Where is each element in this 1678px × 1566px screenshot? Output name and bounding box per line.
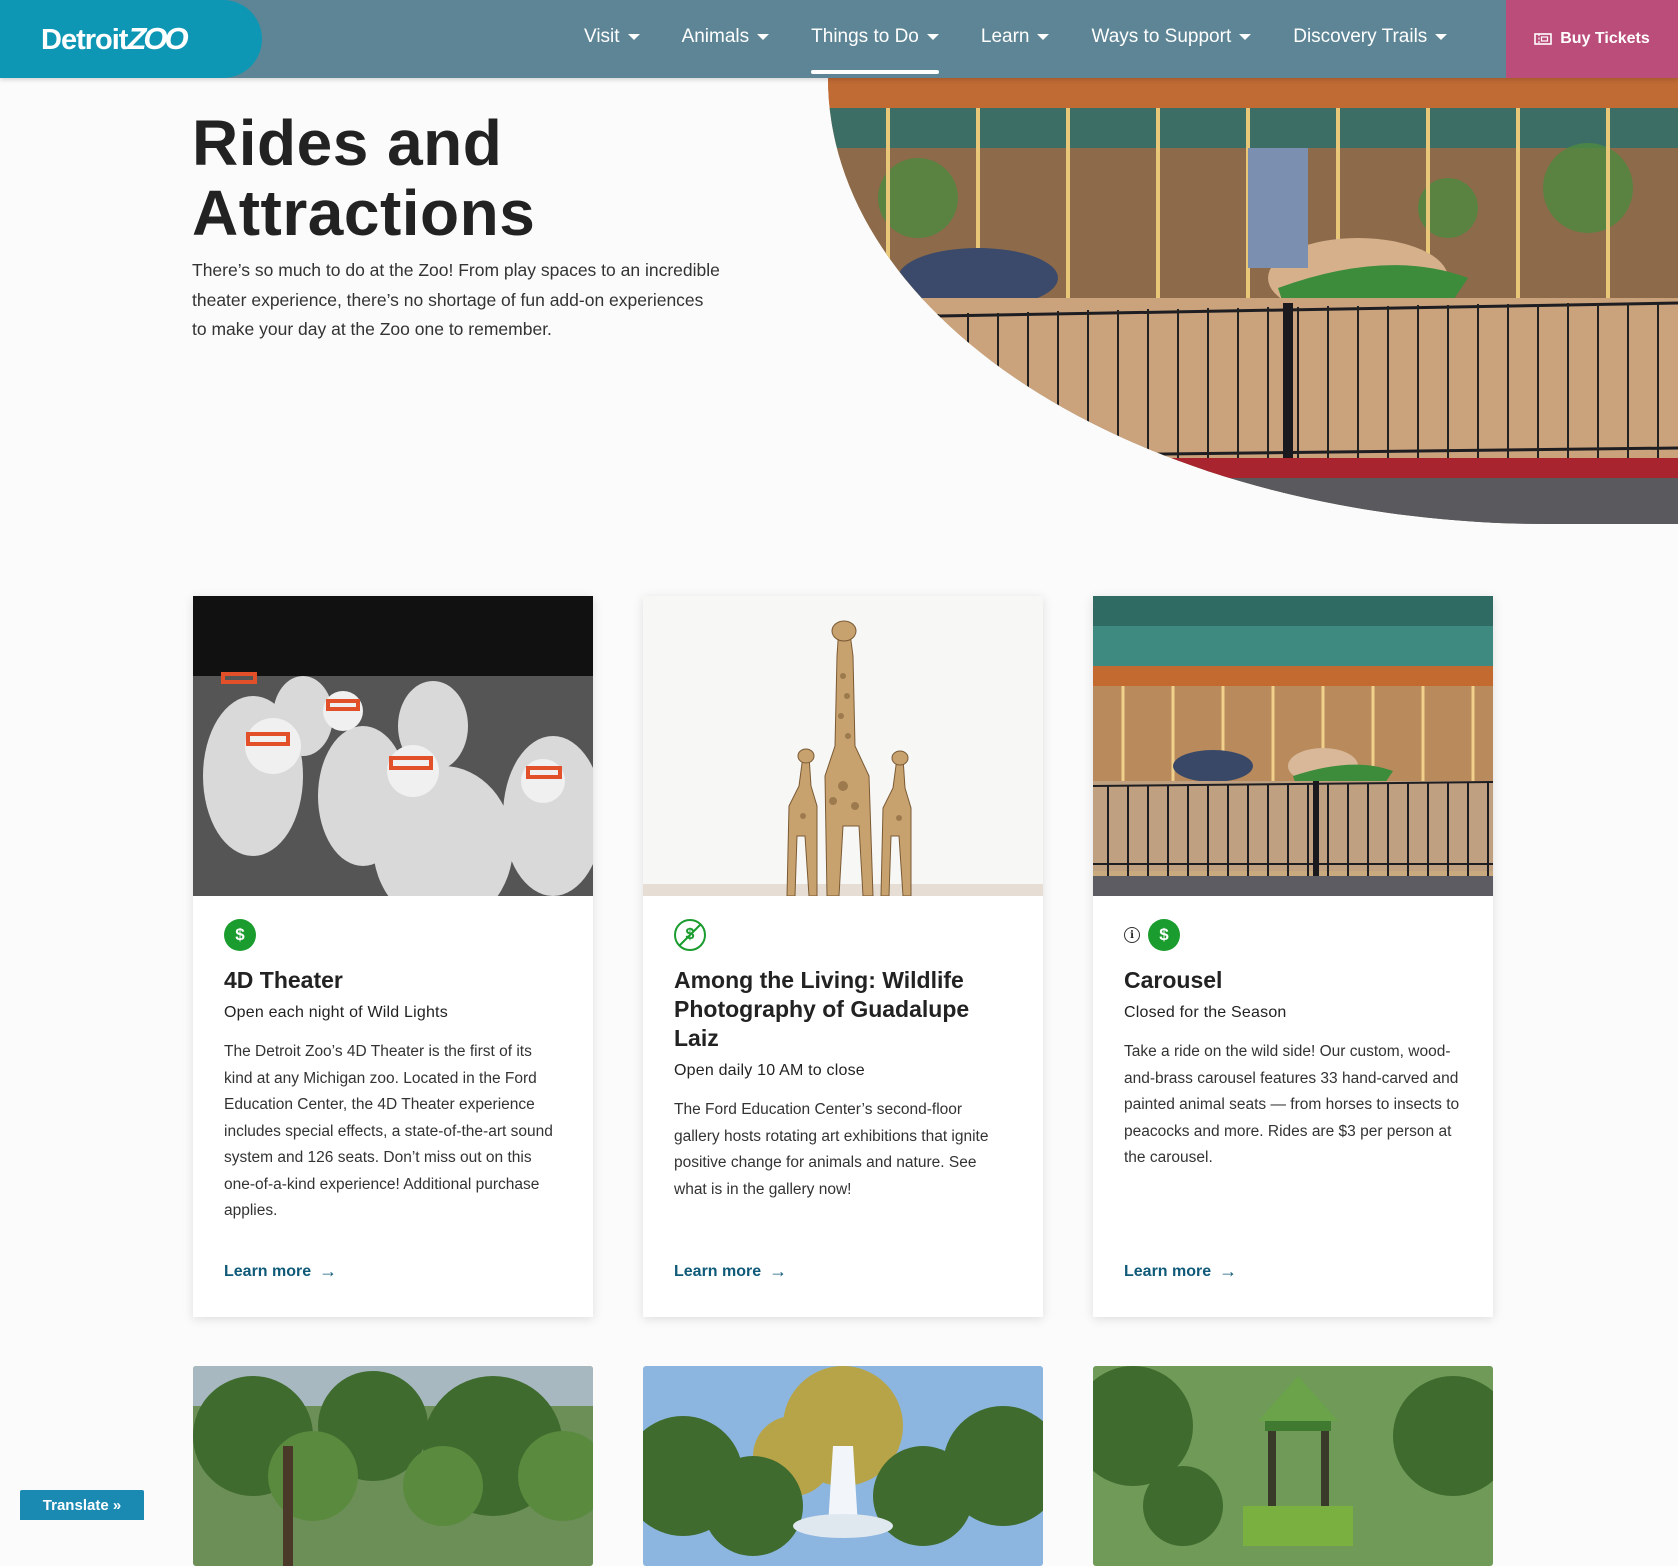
no-dollar-icon: $ (674, 919, 706, 951)
arrow-right-icon: → (1219, 1261, 1238, 1281)
nav-label: Visit (584, 26, 620, 47)
caret-down-icon (1435, 34, 1448, 40)
nav-discovery-trails[interactable]: Discovery Trails (1293, 0, 1448, 74)
nav-label: Ways to Support (1091, 26, 1232, 47)
nav-animals[interactable]: Animals (682, 0, 770, 74)
giraffes-image (643, 596, 1043, 896)
card-icons: $ (674, 918, 1012, 952)
card-title: 4D Theater (224, 967, 343, 993)
logo[interactable]: DetroitZOO (0, 0, 262, 78)
nav-label: Animals (681, 26, 750, 47)
arrow-right-icon: → (319, 1261, 338, 1281)
site-header: DetroitZOO Visit Animals Things to Do Le… (0, 0, 1678, 78)
nav-things-to-do[interactable]: Things to Do (811, 0, 939, 74)
learn-more-link[interactable]: Learn more → (674, 1261, 787, 1282)
card-description: Take a ride on the wild side! Our custom… (1124, 1043, 1460, 1166)
card-icons: $ (224, 918, 562, 952)
nav-ways-to-support[interactable]: Ways to Support (1091, 0, 1252, 74)
caret-down-icon (1037, 34, 1050, 40)
attraction-card-4d-theater: $ 4D Theater Open each night of Wild Lig… (193, 596, 593, 1317)
hero-carousel-image (828, 78, 1678, 524)
logo-text: Detroit (41, 24, 128, 56)
page-title: Rides and Attractions (192, 107, 536, 249)
caret-down-icon (1239, 34, 1252, 40)
card-subtitle: Open daily 10 AM to close (674, 1062, 865, 1079)
card-subtitle: Closed for the Season (1124, 1004, 1287, 1021)
buy-tickets-label: Buy Tickets (1560, 30, 1650, 47)
learn-more-link[interactable]: Learn more → (224, 1261, 337, 1282)
learn-more-label: Learn more (1124, 1262, 1212, 1280)
card-description: The Detroit Zoo’s 4D Theater is the firs… (224, 1043, 553, 1219)
nav-label: Things to Do (811, 26, 919, 47)
caret-down-icon (926, 34, 939, 40)
card-body: $ 4D Theater Open each night of Wild Lig… (224, 918, 562, 1225)
main-nav: Visit Animals Things to Do Learn Ways to… (584, 0, 1489, 74)
attraction-card-image-fountain[interactable] (643, 1366, 1043, 1566)
info-icon[interactable]: i (1124, 927, 1140, 943)
card-icons: i $ (1124, 918, 1462, 952)
arrow-right-icon: → (769, 1261, 788, 1281)
carousel-image (1093, 596, 1493, 896)
learn-more-label: Learn more (674, 1262, 762, 1280)
dollar-icon: $ (224, 919, 256, 951)
buy-tickets-button[interactable]: Buy Tickets (1506, 0, 1678, 78)
logo-zoo-text: ZOO (127, 21, 188, 56)
attraction-card-among-the-living: $ Among the Living: Wildlife Photography… (643, 596, 1043, 1317)
dollar-icon: $ (1148, 919, 1180, 951)
hero-intro: There’s so much to do at the Zoo! From p… (192, 260, 720, 339)
card-body: i $ Carousel Closed for the Season Take … (1124, 918, 1462, 1172)
learn-more-label: Learn more (224, 1262, 312, 1280)
learn-more-link[interactable]: Learn more → (1124, 1261, 1237, 1282)
card-subtitle: Open each night of Wild Lights (224, 1004, 448, 1021)
4d-theater-image (193, 596, 593, 896)
caret-down-icon (627, 34, 640, 40)
card-title: Carousel (1124, 967, 1223, 993)
attraction-card-carousel: i $ Carousel Closed for the Season Take … (1093, 596, 1493, 1317)
nav-learn[interactable]: Learn (981, 0, 1050, 74)
nav-visit[interactable]: Visit (584, 0, 640, 74)
nav-label: Learn (980, 26, 1030, 47)
translate-button[interactable]: Translate » (20, 1490, 144, 1520)
card-description: The Ford Education Center’s second-floor… (674, 1101, 989, 1198)
attraction-card-image-trees[interactable] (193, 1366, 593, 1566)
caret-down-icon (757, 34, 770, 40)
nav-label: Discovery Trails (1293, 26, 1428, 47)
attraction-card-image-playground[interactable] (1093, 1366, 1493, 1566)
card-title: Among the Living: Wildlife Photography o… (674, 967, 970, 1051)
card-body: $ Among the Living: Wildlife Photography… (674, 918, 1012, 1203)
ticket-icon (1534, 33, 1553, 45)
